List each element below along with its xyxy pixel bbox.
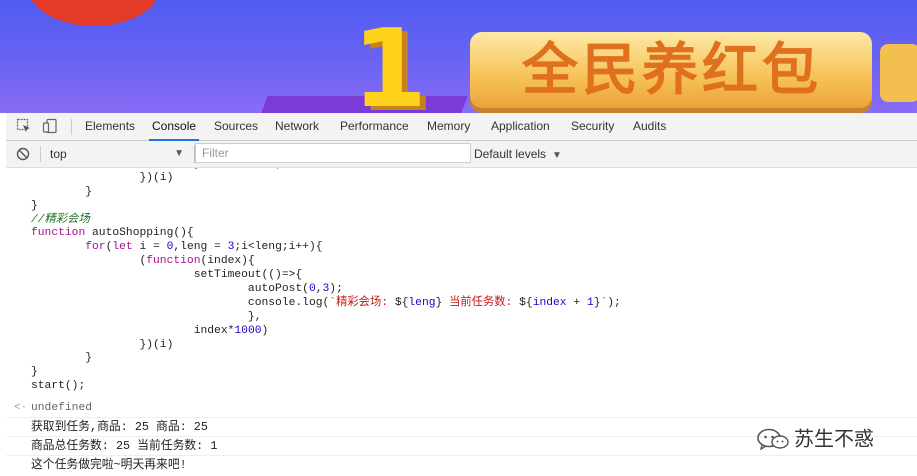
- tab-performance[interactable]: Performance: [340, 113, 409, 140]
- code-line: function autoShopping(){: [31, 227, 194, 240]
- code-line: }: [31, 352, 93, 365]
- log-message: 这个任务做完啦~明天再来吧!: [31, 458, 187, 472]
- tab-application[interactable]: Application: [491, 113, 550, 140]
- code-line: }: [31, 199, 38, 212]
- code-line: })(i): [31, 338, 174, 351]
- clear-console-icon[interactable]: [16, 147, 30, 161]
- code-line: for(let i = 0,leng = 3;i<leng;i++){: [85, 241, 323, 254]
- return-value: undefined: [31, 402, 93, 414]
- code-line: setTimeout(()=>{: [31, 269, 303, 282]
- watermark: 苏生不惑: [756, 423, 874, 451]
- chevron-down-icon: ▼: [174, 148, 184, 159]
- tab-security[interactable]: Security: [571, 113, 614, 140]
- red-circle-decoration: [28, 0, 160, 26]
- return-arrow-icon: <·: [14, 402, 28, 414]
- code-line: console.log(`精彩会场: ${leng} 当前任务数: ${inde…: [31, 296, 621, 309]
- chevron-down-icon: ▼: [552, 150, 562, 161]
- code-line: })(i): [31, 171, 174, 184]
- code-line: //精彩会场: [31, 213, 90, 226]
- code-block: },index*1000) })(i) } } //精彩会场 function …: [6, 168, 917, 394]
- log-message: 商品总任务数: 25 当前任务数: 1: [31, 439, 218, 453]
- log-levels-dropdown[interactable]: Default levels ▼: [474, 145, 562, 163]
- device-toolbar-icon[interactable]: [42, 118, 58, 134]
- inspect-element-icon[interactable]: [16, 118, 32, 134]
- wechat-icon: [757, 428, 789, 450]
- code-line: }: [31, 185, 93, 198]
- return-value-row: <· undefined: [6, 400, 917, 416]
- context-value: top: [50, 147, 67, 161]
- tab-elements[interactable]: Elements: [85, 113, 135, 140]
- console-toolbar: top ▼ Default levels ▼: [6, 141, 917, 168]
- code-line: },: [31, 310, 262, 323]
- log-message: 获取到任务,商品: 25 商品: 25: [31, 420, 208, 434]
- toolbar-divider: [40, 146, 41, 162]
- banner-edge-decoration: [880, 44, 917, 102]
- toolbar-divider: [71, 119, 72, 135]
- log-levels-label: Default levels: [474, 147, 547, 161]
- watermark-text: 苏生不惑: [794, 426, 874, 451]
- code-line: index*1000): [31, 324, 269, 337]
- banner-number: 1: [352, 7, 428, 114]
- log-row: 这个任务做完啦~明天再来吧!: [6, 455, 917, 474]
- code-line: }: [31, 366, 38, 379]
- tab-network[interactable]: Network: [275, 113, 319, 140]
- code-line: autoPost(0,3);: [31, 283, 343, 296]
- devtools-tabbar: Elements Console Sources Network Perform…: [6, 113, 917, 141]
- filter-input[interactable]: [195, 143, 471, 163]
- code-line: (function(index){: [31, 255, 255, 268]
- tab-sources[interactable]: Sources: [214, 113, 258, 140]
- tab-memory[interactable]: Memory: [427, 113, 470, 140]
- tab-audits[interactable]: Audits: [633, 113, 666, 140]
- context-selector[interactable]: top ▼: [50, 145, 184, 163]
- page-banner: 1 全民养红包: [0, 0, 917, 113]
- tab-console[interactable]: Console: [148, 113, 200, 141]
- banner-title: 全民养红包: [522, 38, 822, 103]
- code-line: start();: [31, 380, 86, 393]
